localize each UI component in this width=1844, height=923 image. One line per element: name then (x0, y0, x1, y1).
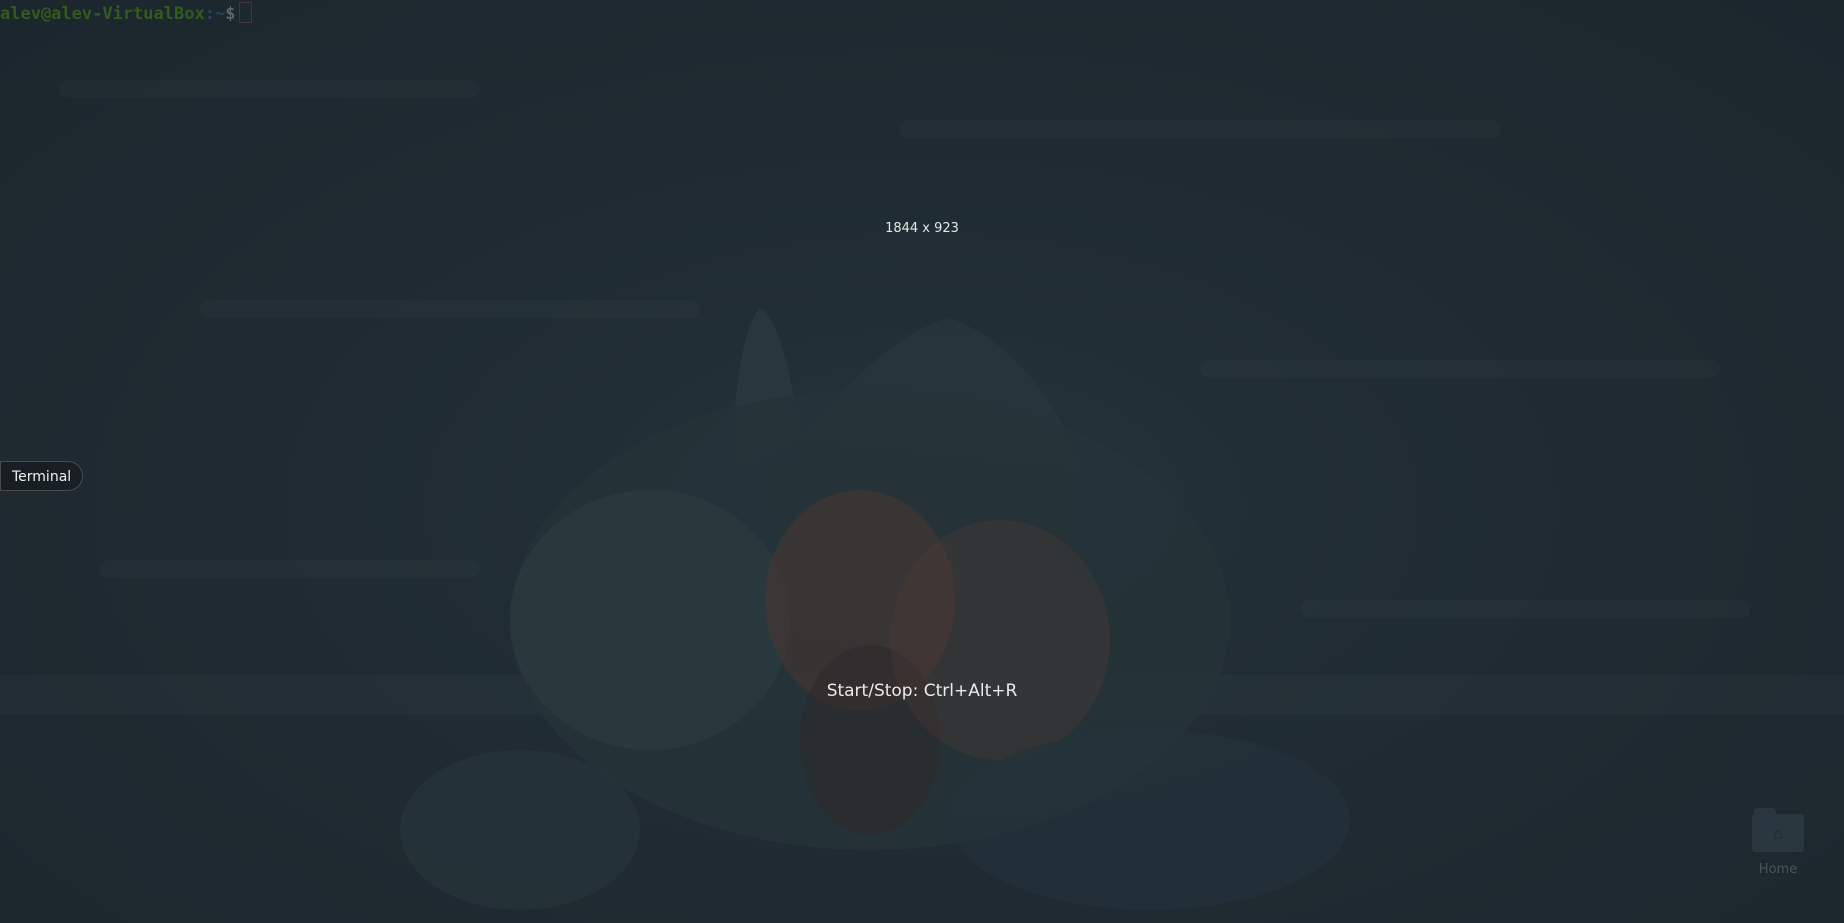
terminal-window-pill[interactable]: Terminal (0, 461, 84, 491)
prompt-user-host: alev@alev-VirtualBox (0, 4, 205, 24)
desktop-screen: alev@alev-VirtualBox:~$ 1844 x 923 Termi… (0, 0, 1844, 923)
home-label: Home (1758, 862, 1798, 877)
terminal-prompt-line[interactable]: alev@alev-VirtualBox:~$ (0, 2, 253, 24)
wallpaper-illustration (400, 308, 1350, 910)
resolution-label: 1844 x 923 (885, 221, 959, 236)
terminal-cursor (239, 2, 253, 23)
prompt-path: :~ (204, 4, 226, 24)
wallpaper-creature-paw (400, 750, 640, 910)
home-folder-icon: ⌂ (1750, 806, 1806, 852)
wallpaper-creature-tail (950, 730, 1350, 910)
prompt-symbol: $ (225, 4, 236, 24)
wallpaper-creature-flank (890, 520, 1110, 760)
recording-shortcut-hint: Start/Stop: Ctrl+Alt+R (826, 681, 1018, 701)
wallpaper-creature-head (510, 490, 790, 750)
home-desktop-shortcut[interactable]: ⌂ Home (1736, 806, 1820, 877)
